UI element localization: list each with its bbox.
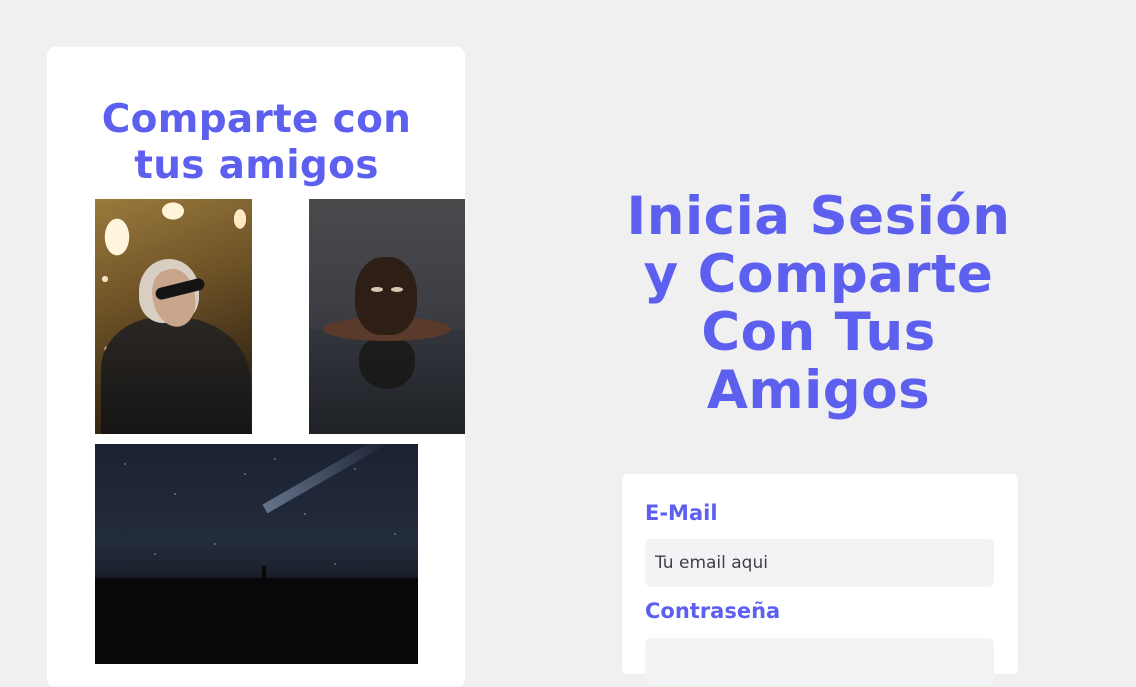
photo-man-in-water: [309, 199, 465, 434]
flashlight-beam: [262, 444, 389, 514]
water-reflection: [359, 337, 415, 389]
night-ground: [95, 578, 418, 664]
password-label: Contraseña: [645, 599, 781, 623]
man-eye-left: [371, 287, 383, 292]
photo-night-sky: [95, 444, 418, 664]
password-field[interactable]: [645, 638, 994, 686]
night-figure: [262, 566, 266, 578]
email-field[interactable]: [645, 539, 994, 587]
login-page-title: Inicia Sesión y Comparte Con Tus Amigos: [626, 186, 1011, 421]
woman-coat: [101, 317, 251, 434]
login-form: E-Mail Contraseña: [622, 474, 1018, 686]
man-head: [355, 257, 417, 335]
promo-card: Comparte con tus amigos: [47, 47, 465, 687]
photo-woman-sunglasses: [95, 199, 252, 434]
promo-card-title: Comparte con tus amigos: [101, 97, 412, 188]
email-label: E-Mail: [645, 501, 718, 525]
man-eye-right: [391, 287, 403, 292]
